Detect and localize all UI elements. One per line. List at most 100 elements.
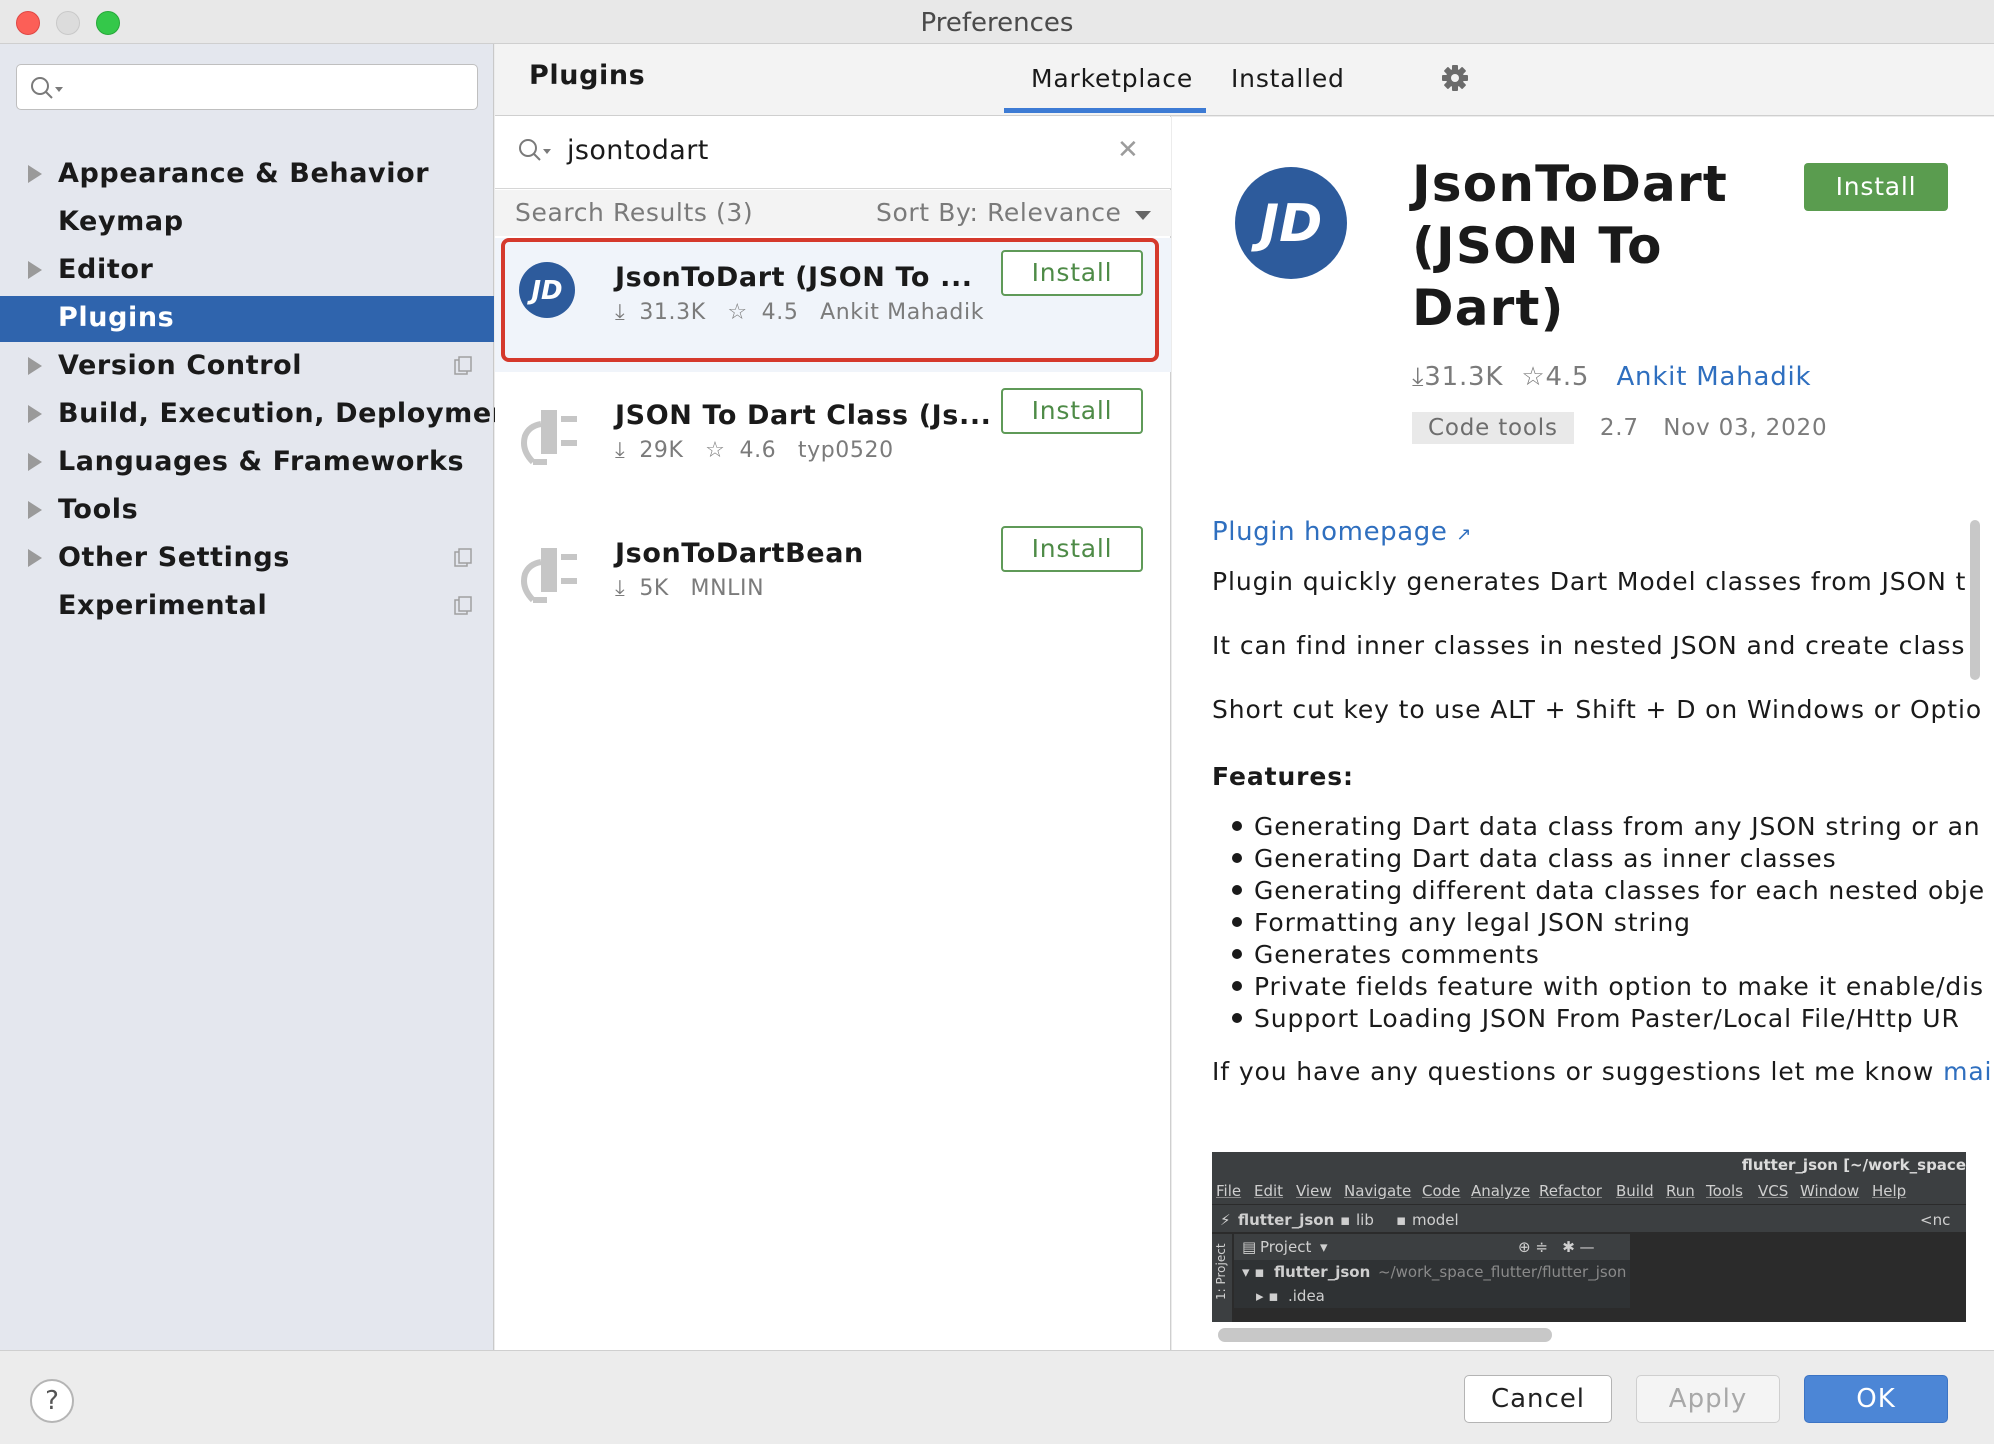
gear-icon[interactable] xyxy=(1439,62,1471,94)
install-button[interactable]: Install xyxy=(1001,526,1143,572)
search-icon xyxy=(519,139,551,161)
help-button[interactable]: ? xyxy=(30,1379,74,1423)
search-query[interactable]: jsontodart xyxy=(567,135,709,166)
sidebar-item-version-control[interactable]: Version Control xyxy=(0,344,494,390)
plugin-downloads: 29K xyxy=(639,438,684,463)
plugin-name: JSON To Dart Class (Js... xyxy=(615,400,992,431)
category-tag[interactable]: Code tools xyxy=(1412,412,1574,444)
clear-search-icon[interactable]: ✕ xyxy=(1117,135,1139,165)
jsontodart-logo-icon: JD xyxy=(1235,167,1347,279)
list-item: Generates comments xyxy=(1212,939,1985,971)
window-title: Preferences xyxy=(920,8,1074,38)
plugin-list-item[interactable]: JsonToDartBean ⤓ 5K MNLIN Install xyxy=(495,514,1171,648)
results-bar: Search Results (3) Sort By: Relevance xyxy=(495,190,1171,236)
plugin-detail-meta: ⤓31.3K ☆4.5 Ankit Mahadik xyxy=(1412,362,1811,393)
settings-sidebar: Appearance & Behavior Keymap Editor Plug… xyxy=(0,44,525,1350)
screenshot-menu-bar: File Edit View Navigate Code Analyze Ref… xyxy=(1212,1178,1966,1204)
download-icon: ⤓ xyxy=(1412,362,1425,392)
description-paragraph: Plugin quickly generates Dart Model clas… xyxy=(1212,567,1967,596)
sidebar-item-experimental[interactable]: Experimental xyxy=(0,584,494,630)
screenshot-project-header: ▤ Project ▾ ⊕ ≑ ✱ — xyxy=(1234,1234,1630,1260)
download-icon: ⤓ xyxy=(615,438,626,463)
expand-arrow-icon[interactable] xyxy=(28,453,42,471)
sidebar-item-tools[interactable]: Tools xyxy=(0,488,494,534)
sort-dropdown[interactable]: Sort By: Relevance xyxy=(876,198,1122,227)
closing-paragraph: If you have any questions or suggestions… xyxy=(1212,1057,1993,1086)
expand-arrow-icon[interactable] xyxy=(28,549,42,567)
expand-arrow-icon[interactable] xyxy=(28,261,42,279)
detail-rating: 4.5 xyxy=(1545,362,1590,392)
sidebar-item-build-execution-deployment[interactable]: Build, Execution, Deployment xyxy=(0,392,525,438)
plugin-downloads: 5K xyxy=(639,576,669,601)
plugin-author: typ0520 xyxy=(797,438,894,463)
search-icon xyxy=(31,77,63,99)
features-list: Generating Dart data class from any JSON… xyxy=(1212,811,1985,1035)
star-icon: ☆ xyxy=(1521,362,1546,392)
screenshot-horizontal-scrollbar[interactable] xyxy=(1218,1328,1552,1342)
plugin-placeholder-icon xyxy=(521,410,577,465)
plugin-version: 2.7 xyxy=(1599,415,1639,441)
project-settings-icon xyxy=(454,596,472,615)
sidebar-item-plugins[interactable]: Plugins xyxy=(0,296,494,342)
expand-arrow-icon[interactable] xyxy=(28,165,42,183)
plugin-placeholder-icon xyxy=(521,548,577,603)
dialog-footer: ? Cancel Apply OK xyxy=(0,1350,1994,1444)
tab-marketplace[interactable]: Marketplace xyxy=(1031,64,1193,93)
plugin-meta: ⤓ 5K MNLIN xyxy=(615,576,778,601)
list-item: Private fields feature with option to ma… xyxy=(1212,971,1985,1003)
screenshot-side-strip: 1: Project xyxy=(1212,1234,1232,1322)
active-tab-indicator xyxy=(1004,108,1206,113)
install-button[interactable]: Install xyxy=(1804,163,1948,211)
plugin-meta: ⤓ 29K ☆ 4.6 typ0520 xyxy=(615,438,908,463)
plugin-date: Nov 03, 2020 xyxy=(1663,415,1828,441)
detail-vertical-scrollbar[interactable] xyxy=(1970,520,1980,680)
plugin-author: MNLIN xyxy=(690,576,765,601)
plugin-screenshot: flutter_json [~/work_space File Edit Vie… xyxy=(1212,1152,1966,1322)
sidebar-item-languages-frameworks[interactable]: Languages & Frameworks xyxy=(0,440,494,486)
apply-button[interactable]: Apply xyxy=(1636,1375,1780,1423)
detail-author-link[interactable]: Ankit Mahadik xyxy=(1616,362,1811,392)
plugin-rating: 4.6 xyxy=(739,438,777,463)
plugin-detail-title: JsonToDart (JSON To Dart) xyxy=(1412,155,1728,337)
star-icon: ☆ xyxy=(705,438,726,463)
project-settings-icon xyxy=(454,548,472,567)
external-link-icon: ↗ xyxy=(1456,524,1473,545)
page-title: Plugins xyxy=(529,60,646,91)
features-heading: Features: xyxy=(1212,762,1354,791)
detail-downloads: 31.3K xyxy=(1424,362,1504,392)
description-paragraph: Short cut key to use ALT + Shift + D on … xyxy=(1212,695,1983,724)
sidebar-item-other-settings[interactable]: Other Settings xyxy=(0,536,494,582)
chevron-down-icon[interactable] xyxy=(1135,211,1151,220)
plugins-header: Plugins Marketplace Installed xyxy=(495,44,1994,116)
list-item: Generating Dart data class as inner clas… xyxy=(1212,843,1985,875)
project-settings-icon xyxy=(454,356,472,375)
ok-button[interactable]: OK xyxy=(1804,1375,1948,1423)
plugin-list-item[interactable]: JSON To Dart Class (Js... ⤓ 29K ☆ 4.6 typ0… xyxy=(495,376,1171,510)
plugin-homepage-link[interactable]: Plugin homepage ↗ xyxy=(1212,517,1472,547)
plugin-name: JsonToDartBean xyxy=(615,538,864,569)
screenshot-title-bar: flutter_json [~/work_space xyxy=(1212,1152,1966,1178)
screenshot-tree-row: ▸ ▪ .idea xyxy=(1234,1284,1630,1308)
list-item: Generating different data classes for ea… xyxy=(1212,875,1985,907)
sidebar-item-appearance-behavior[interactable]: Appearance & Behavior xyxy=(0,152,494,198)
plugin-detail-tags: Code tools 2.7 Nov 03, 2020 xyxy=(1412,412,1827,444)
list-item: Support Loading JSON From Paster/Local F… xyxy=(1212,1003,1985,1035)
selection-highlight-box xyxy=(501,238,1159,362)
tab-installed[interactable]: Installed xyxy=(1231,64,1345,93)
install-button[interactable]: Install xyxy=(1001,388,1143,434)
list-item: Generating Dart data class from any JSON… xyxy=(1212,811,1985,843)
title-bar: Preferences xyxy=(0,0,1994,44)
description-paragraph: It can find inner classes in nested JSON… xyxy=(1212,631,1966,660)
sidebar-search-input[interactable] xyxy=(16,64,478,110)
screenshot-breadcrumb: ⚡ flutter_json ▪ lib ▪ model <nc xyxy=(1212,1204,1966,1232)
plugin-search-input[interactable]: jsontodart ✕ xyxy=(495,117,1171,189)
expand-arrow-icon[interactable] xyxy=(28,501,42,519)
expand-arrow-icon[interactable] xyxy=(28,405,42,423)
sidebar-item-keymap[interactable]: Keymap xyxy=(0,200,494,246)
download-icon: ⤓ xyxy=(615,576,626,601)
cancel-button[interactable]: Cancel xyxy=(1464,1375,1612,1423)
mail-link[interactable]: mai xyxy=(1943,1057,1992,1086)
svg-text:JD: JD xyxy=(1251,194,1323,254)
expand-arrow-icon[interactable] xyxy=(28,357,42,375)
sidebar-item-editor[interactable]: Editor xyxy=(0,248,494,294)
